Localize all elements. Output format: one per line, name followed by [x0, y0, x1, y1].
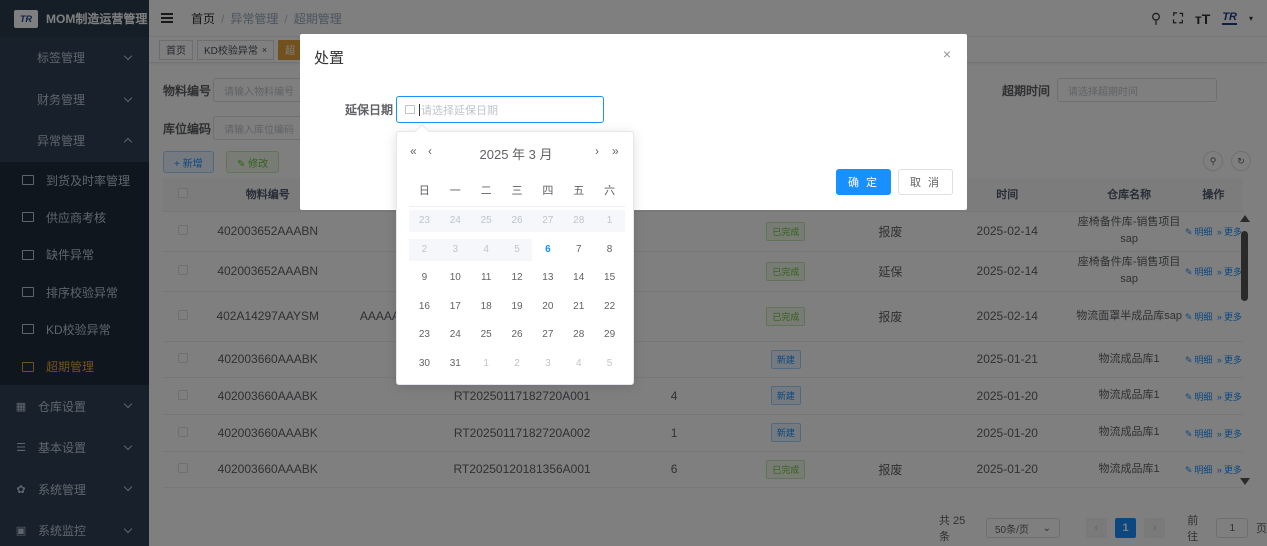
close-icon[interactable]: ×: [943, 46, 951, 62]
day-cell[interactable]: 12: [502, 267, 533, 289]
day-cell[interactable]: 11: [471, 267, 502, 289]
date-picker-header: « ‹ 2025 年 3 月 › »: [397, 144, 635, 162]
day-cell[interactable]: 20: [532, 296, 563, 318]
day-cell[interactable]: 21: [563, 296, 594, 318]
day-cell[interactable]: 18: [471, 296, 502, 318]
day-cell: 3: [439, 238, 471, 261]
day-cell: 5: [501, 238, 533, 261]
weekday-label: 日: [418, 185, 430, 197]
weekday-label: 三: [511, 185, 523, 197]
day-cell[interactable]: 31: [440, 353, 471, 375]
next-year-icon[interactable]: »: [612, 144, 619, 158]
day-cell[interactable]: 24: [440, 324, 471, 346]
day-cell[interactable]: 23: [409, 324, 440, 346]
day-cell[interactable]: 16: [409, 296, 440, 318]
day-cell[interactable]: 19: [502, 296, 533, 318]
week-row: 23 24 25 26 27 28 1: [409, 207, 626, 236]
confirm-button[interactable]: 确 定: [836, 169, 891, 195]
day-cell[interactable]: 27: [532, 324, 563, 346]
day-cell: 1: [594, 210, 626, 233]
day-cell[interactable]: 29: [594, 324, 625, 346]
day-cell[interactable]: 26: [502, 324, 533, 346]
day-cell[interactable]: 14: [563, 267, 594, 289]
day-cell: 26: [501, 210, 533, 233]
day-cell[interactable]: 28: [563, 324, 594, 346]
weekday-label: 五: [573, 185, 585, 197]
day-cell[interactable]: 13: [532, 267, 563, 289]
day-cell[interactable]: 15: [594, 267, 625, 289]
app-root: TR MOM制造运营管理 标签管理 财务管理 异常管理 到货及时率管理 供应商考…: [0, 0, 1267, 546]
day-cell[interactable]: 7: [563, 239, 594, 261]
day-cell[interactable]: 8: [594, 239, 625, 261]
day-cell[interactable]: 2: [502, 353, 533, 375]
day-cell: 4: [470, 238, 502, 261]
dialog-title: 处置: [314, 50, 345, 67]
day-cell[interactable]: 17: [440, 296, 471, 318]
extend-date-label: 延保日期: [345, 103, 394, 117]
text-caret: [419, 103, 420, 116]
day-cell: 2: [409, 238, 440, 261]
weekday-header: 日一二三四五六: [409, 182, 625, 207]
week-row: 30 31 1 2 3 4 5: [409, 350, 625, 379]
extend-date-placeholder: 请选择延保日期: [421, 104, 498, 117]
calendar-icon: [405, 105, 415, 114]
week-row: 16 17 18 19 20 21 22: [409, 293, 625, 322]
weekday-label: 一: [449, 185, 461, 197]
date-picker-popup: « ‹ 2025 年 3 月 › » 日一二三四五六 23 24 25 26 27 28 1…: [396, 123, 635, 385]
week-row: 9 10 11 12 13 14 15: [409, 264, 625, 293]
day-cell[interactable]: 22: [594, 296, 625, 318]
weekday-label: 六: [604, 185, 616, 197]
day-cell[interactable]: 4: [563, 353, 594, 375]
current-year-month[interactable]: 2025 年 3 月: [397, 144, 635, 163]
weekday-label: 二: [480, 185, 492, 197]
day-cell: 23: [409, 210, 440, 233]
next-month-icon[interactable]: ›: [595, 144, 599, 158]
week-row: 23 24 25 26 27 28 29: [409, 321, 625, 350]
day-cell: 28: [563, 210, 595, 233]
week-row: 2345678: [409, 236, 625, 265]
day-cell[interactable]: 10: [440, 267, 471, 289]
day-cell[interactable]: 1: [471, 353, 502, 375]
extend-date-input[interactable]: 请选择延保日期: [396, 96, 604, 123]
day-cell[interactable]: 3: [532, 353, 563, 375]
day-cell: 25: [470, 210, 502, 233]
day-cell[interactable]: 25: [471, 324, 502, 346]
day-cell[interactable]: 30: [409, 353, 440, 375]
day-cell[interactable]: 5: [594, 353, 625, 375]
cancel-button[interactable]: 取 消: [898, 169, 953, 195]
day-cell[interactable]: 9: [409, 267, 440, 289]
today-cell[interactable]: 6: [532, 239, 563, 261]
weekday-label: 四: [542, 185, 554, 197]
day-cell: 24: [439, 210, 471, 233]
day-grid: 23 24 25 26 27 28 1 2 3 4 5 6 7 8 9 10 11 12 13 14 15 16 17 18 1…: [409, 207, 626, 379]
day-cell: 27: [532, 210, 564, 233]
